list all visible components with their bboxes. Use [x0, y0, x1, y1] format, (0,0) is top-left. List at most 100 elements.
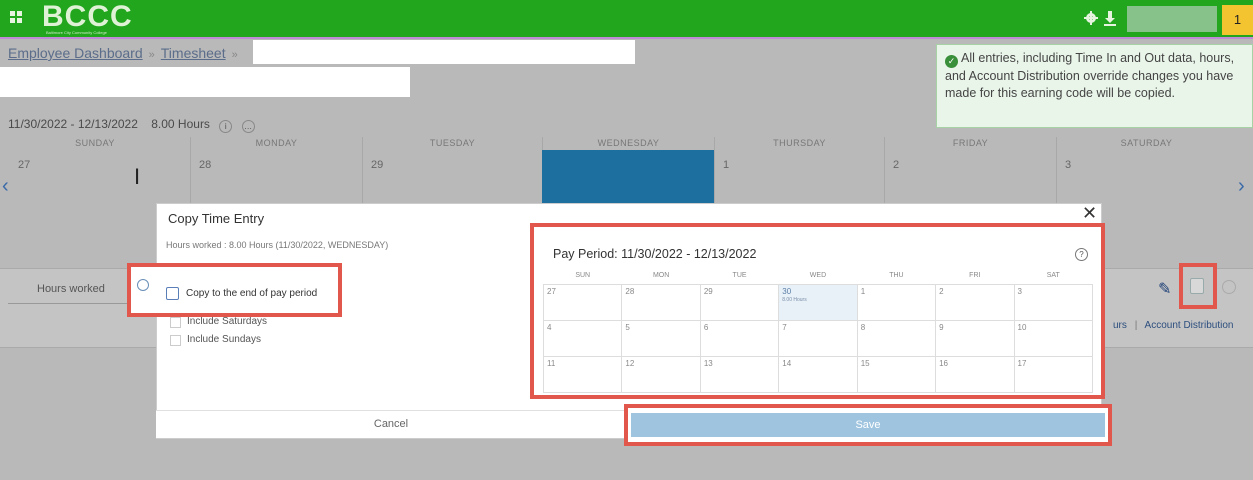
day-name: WEDNESDAY	[597, 138, 660, 148]
day-number: 29	[371, 159, 384, 171]
day-friday[interactable]: FRIDAY 2	[884, 137, 1056, 207]
calendar-day[interactable]: 14	[778, 355, 858, 393]
pencil-icon[interactable]: ✎	[1158, 279, 1171, 299]
total-hours: 8.00 Hours	[151, 117, 210, 131]
delete-icon[interactable]	[1222, 280, 1236, 294]
day-number: 2	[893, 159, 900, 171]
calendar-day[interactable]: 7	[778, 319, 858, 357]
copy-to-end-label[interactable]: Copy to the end of pay period	[186, 288, 317, 299]
hours-worked-info: Hours worked : 8.00 Hours (11/30/2022, W…	[166, 240, 389, 250]
calendar-grid: SUN MON TUE WED THU FRI SAT 27 28 29 30 8…	[542, 268, 1094, 393]
row-underline	[8, 303, 138, 304]
earning-code-label: Hours worked	[37, 283, 105, 295]
calendar-day[interactable]: 3	[1013, 283, 1094, 321]
include-saturdays-checkbox[interactable]	[170, 317, 181, 328]
help-icon[interactable]: ?	[1075, 248, 1088, 261]
day-number: 3	[1065, 159, 1072, 171]
calendar-day[interactable]: 13	[699, 355, 780, 393]
calendar-day[interactable]: 5	[621, 319, 701, 357]
weekday-header: THU	[889, 272, 904, 280]
calendar-day[interactable]: 1	[856, 283, 937, 321]
day-hours: 8.00 Hours	[782, 296, 807, 303]
selected-day-cell[interactable]	[542, 150, 714, 208]
logo: BCCC	[42, 0, 133, 33]
text-cursor-icon: I	[134, 164, 141, 189]
calendar-day[interactable]: 6	[699, 319, 780, 357]
calendar-day[interactable]: 9	[935, 319, 1015, 357]
calendar-day-selected[interactable]: 30 8.00 Hours	[778, 283, 858, 321]
calendar-day[interactable]: 28	[621, 283, 701, 321]
header-divider	[0, 37, 1253, 39]
breadcrumb-separator: »	[231, 49, 238, 61]
redacted-field	[253, 40, 635, 64]
hours-link[interactable]: urs	[1113, 320, 1127, 331]
redacted-field	[0, 67, 410, 97]
day-monday[interactable]: MONDAY 28	[190, 137, 362, 207]
account-distribution-link[interactable]: Account Distribution	[1145, 320, 1234, 331]
day-name: THURSDAY	[773, 138, 826, 148]
day-name: SUNDAY	[75, 138, 115, 148]
day-number: 30	[782, 286, 792, 296]
download-icon[interactable]	[1103, 10, 1117, 26]
weekday-header: TUE	[732, 272, 747, 280]
row-links: urs | Account Distribution	[1113, 320, 1234, 331]
logo-subtitle: Baltimore City Community College	[46, 30, 107, 35]
top-bar	[0, 0, 1253, 37]
day-number: 27	[18, 159, 31, 171]
include-sundays-checkbox[interactable]	[170, 335, 181, 346]
day-number: 1	[723, 159, 730, 171]
pay-period-title: Pay Period: 11/30/2022 - 12/13/2022	[553, 247, 757, 261]
day-name: MONDAY	[255, 138, 298, 148]
calendar-day[interactable]: 2	[935, 283, 1015, 321]
dialog-title: Copy Time Entry	[168, 211, 265, 226]
chevron-right-icon[interactable]: ›	[1238, 175, 1245, 198]
include-sundays-label: Include Sundays	[187, 334, 261, 345]
day-thursday[interactable]: THURSDAY 1	[714, 137, 884, 207]
calendar-day[interactable]: 27	[542, 283, 623, 321]
day-sunday[interactable]: SUNDAY 27	[10, 137, 180, 207]
copy-info-toast: ✓ All entries, including Time In and Out …	[936, 44, 1253, 128]
day-name: SATURDAY	[1120, 138, 1173, 148]
breadcrumb-timesheet[interactable]: Timesheet	[161, 45, 226, 61]
weekday-header: SAT	[1046, 272, 1060, 280]
calendar-day[interactable]: 10	[1013, 319, 1094, 357]
calendar-day[interactable]: 29	[699, 283, 780, 321]
toast-message: All entries, including Time In and Out d…	[945, 51, 1235, 100]
close-icon[interactable]: ✕	[1082, 203, 1097, 224]
day-number: 28	[199, 159, 212, 171]
calendar-day[interactable]: 15	[856, 355, 937, 393]
save-button[interactable]: Save	[631, 413, 1105, 437]
cancel-button[interactable]: Cancel	[156, 411, 626, 438]
comment-icon[interactable]: …	[241, 120, 255, 133]
notification-badge[interactable]: 1	[1222, 5, 1253, 35]
breadcrumb-employee-dashboard[interactable]: Employee Dashboard	[8, 45, 143, 61]
breadcrumb-separator: »	[148, 49, 155, 61]
day-name: TUESDAY	[429, 138, 476, 148]
calendar-day[interactable]: 12	[621, 355, 701, 393]
week-range: 11/30/2022 - 12/13/2022 8.00 Hours i …	[8, 117, 255, 133]
calendar-day[interactable]: 4	[542, 319, 623, 357]
calendar-day[interactable]: 17	[1013, 355, 1094, 393]
weekday-header: WED	[809, 272, 827, 280]
clock-icon	[137, 279, 149, 291]
calendar-day[interactable]: 8	[856, 319, 937, 357]
date-range: 11/30/2022 - 12/13/2022	[8, 117, 138, 131]
copy-to-end-checkbox[interactable]	[166, 287, 179, 300]
calendar-day[interactable]: 16	[935, 355, 1015, 393]
user-avatar[interactable]	[1127, 6, 1217, 32]
chevron-left-icon[interactable]: ‹	[2, 175, 9, 198]
day-tuesday[interactable]: TUESDAY 29	[362, 137, 542, 207]
copy-icon[interactable]	[1190, 278, 1204, 294]
weekday-header: SUN	[575, 272, 591, 280]
include-saturdays-label: Include Saturdays	[187, 316, 268, 327]
calendar-day[interactable]: 11	[542, 355, 623, 393]
breadcrumb: Employee Dashboard » Timesheet »	[8, 45, 244, 61]
gear-icon[interactable]	[1083, 10, 1099, 26]
day-name: FRIDAY	[952, 138, 989, 148]
day-saturday[interactable]: SATURDAY 3	[1056, 137, 1236, 207]
weekday-header: FRI	[969, 272, 981, 280]
info-icon[interactable]: i	[219, 120, 233, 133]
check-circle-icon: ✓	[945, 55, 958, 68]
app-grid-icon[interactable]	[10, 11, 22, 23]
weekday-header: MON	[652, 272, 670, 280]
